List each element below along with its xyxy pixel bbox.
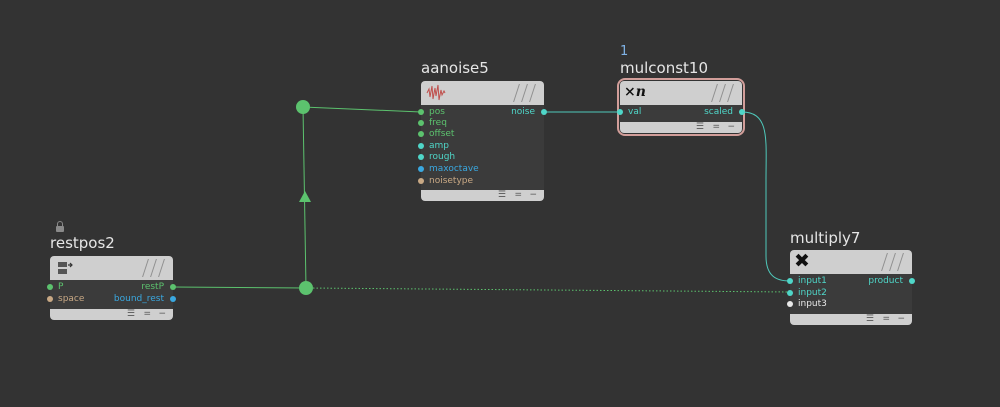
port-noisetype-dot[interactable] <box>418 178 424 184</box>
list-icon[interactable]: ☰ <box>696 122 704 133</box>
network-wires <box>172 100 791 295</box>
wire-restp-to-dot[interactable] <box>172 286 307 289</box>
port-label: pos <box>429 107 445 117</box>
node-flags[interactable] <box>510 84 538 102</box>
expand-icon[interactable]: = <box>514 190 522 201</box>
node-flags[interactable] <box>878 253 906 271</box>
wire-scaled-to-input1[interactable] <box>741 111 791 282</box>
port-pos-dot[interactable] <box>418 109 424 115</box>
port-label: space <box>58 294 85 304</box>
multiply-constant-icon: ×n <box>624 84 646 100</box>
port-space-dot[interactable] <box>47 296 53 302</box>
node-badge-count: 1 <box>620 44 629 59</box>
collapse-icon[interactable]: − <box>158 309 166 320</box>
node-title-restpos: restpos2 <box>50 234 115 252</box>
port-p-dot[interactable] <box>47 284 53 290</box>
wire-direction-arrow-icon <box>299 191 311 202</box>
port-scaled-dot[interactable] <box>739 109 745 115</box>
port-noise-dot[interactable] <box>541 109 547 115</box>
port-restp-dot[interactable] <box>170 284 176 290</box>
expand-icon[interactable]: = <box>143 309 151 320</box>
node-header[interactable] <box>50 256 173 280</box>
port-label: offset <box>429 129 455 139</box>
port-product-dot[interactable] <box>909 278 915 284</box>
port-label: product <box>868 276 903 286</box>
wire-dot-upper[interactable] <box>296 100 310 114</box>
port-input3-dot[interactable] <box>787 301 793 307</box>
port-label: maxoctave <box>429 164 479 174</box>
node-restpos[interactable]: P space restP bound_rest ☰ = − <box>47 256 176 320</box>
node-header[interactable]: ✖ <box>790 250 912 274</box>
port-label: val <box>628 107 642 117</box>
collapse-icon[interactable]: − <box>727 122 735 133</box>
list-icon[interactable]: ☰ <box>127 309 135 320</box>
port-maxoctave-dot[interactable] <box>418 166 424 172</box>
wire-dot-to-input2[interactable] <box>305 287 791 293</box>
port-freq-dot[interactable] <box>418 120 424 126</box>
expand-icon[interactable]: = <box>712 122 720 133</box>
node-footer: ☰ = − <box>790 314 912 325</box>
lock-icon <box>56 221 64 232</box>
node-aanoise[interactable]: pos freq offset amp rough maxoctave nois… <box>418 81 547 201</box>
port-input1-dot[interactable] <box>787 278 793 284</box>
node-title-mulconst: mulconst10 <box>620 59 709 77</box>
port-label: amp <box>429 141 449 151</box>
port-label: noise <box>511 107 535 117</box>
node-flags[interactable] <box>708 84 736 102</box>
list-icon[interactable]: ☰ <box>866 314 874 325</box>
node-footer: ☰ = − <box>50 309 173 320</box>
wire-dot-lower[interactable] <box>299 281 313 295</box>
node-title-aanoise: aanoise5 <box>421 59 489 77</box>
expand-icon[interactable]: = <box>882 314 890 325</box>
port-val-dot[interactable] <box>617 109 623 115</box>
port-label: restP <box>141 282 164 292</box>
port-label: freq <box>429 118 447 128</box>
node-header[interactable]: ×n <box>620 81 742 105</box>
port-offset-dot[interactable] <box>418 131 424 137</box>
port-label: input2 <box>798 288 827 298</box>
collapse-icon[interactable]: − <box>529 190 537 201</box>
port-label: scaled <box>704 107 733 117</box>
node-multiply[interactable]: ✖ input1 input2 input3 product ☰ = − <box>787 250 915 325</box>
port-bound-rest-dot[interactable] <box>170 296 176 302</box>
node-footer: ☰ = − <box>620 122 742 133</box>
port-amp-dot[interactable] <box>418 143 424 149</box>
port-label: P <box>58 282 64 292</box>
port-rough-dot[interactable] <box>418 154 424 160</box>
list-icon[interactable]: ☰ <box>498 190 506 201</box>
port-label: rough <box>429 152 456 162</box>
node-header[interactable] <box>421 81 544 105</box>
collapse-icon[interactable]: − <box>897 314 905 325</box>
wire-dot-to-pos[interactable] <box>302 106 422 113</box>
port-label: noisetype <box>429 176 474 186</box>
node-flags[interactable] <box>139 259 167 277</box>
port-label: input1 <box>798 276 827 286</box>
node-mulconst[interactable]: ×n val scaled ☰ = − <box>617 78 745 136</box>
node-footer: ☰ = − <box>421 190 544 201</box>
noise-wave-icon <box>426 84 446 101</box>
port-input2-dot[interactable] <box>787 290 793 296</box>
port-label: input3 <box>798 299 827 309</box>
rest-position-icon <box>58 262 73 274</box>
node-title-multiply: multiply7 <box>790 229 861 247</box>
multiply-icon: ✖ <box>794 250 810 272</box>
port-label: bound_rest <box>113 294 164 304</box>
